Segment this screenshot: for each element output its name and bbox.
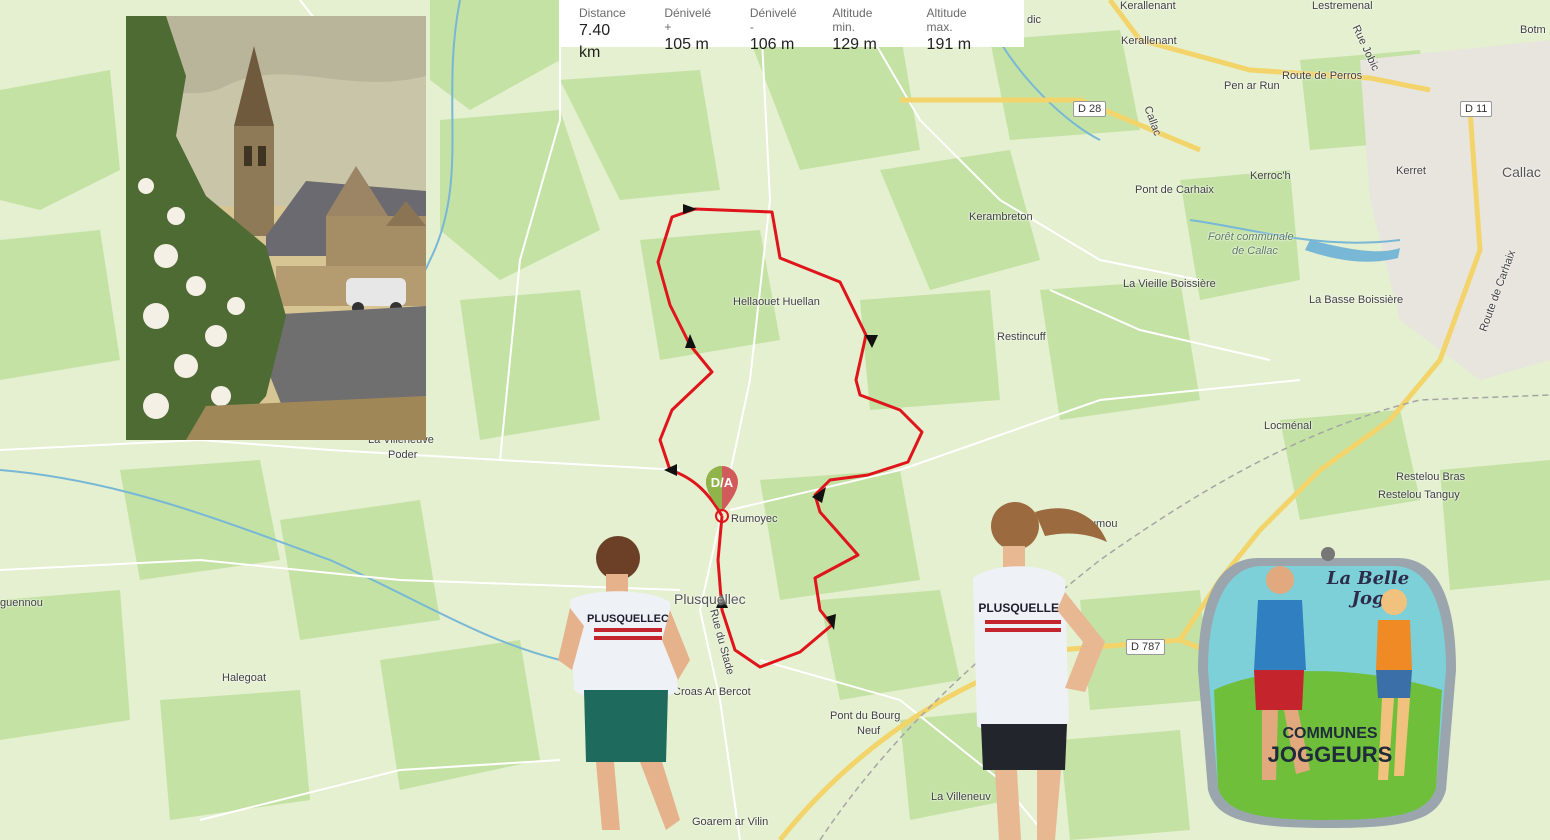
place-rumoyec: Rumoyec bbox=[731, 513, 778, 525]
place-dic: dic bbox=[1027, 14, 1042, 26]
place-foret-1: Forêt communale bbox=[1208, 231, 1294, 243]
stat-label: Distance bbox=[579, 6, 626, 20]
stat-value: 105 m bbox=[664, 36, 709, 53]
route-stats-bar: Distance 7.40 km Dénivelé + 105 m Dénive… bbox=[560, 0, 1024, 61]
runner-shirt-label: PLUSQUELLEC bbox=[978, 601, 1068, 615]
place-pont-du-bourg-2: Neuf bbox=[857, 725, 881, 737]
place-kerroch: Kerroc'h bbox=[1250, 170, 1291, 182]
place-kerambreton: Kerambreton bbox=[969, 211, 1033, 223]
place-callac: Callac bbox=[1502, 164, 1541, 180]
female-runner-illustration: PLUSQUELLEC bbox=[973, 502, 1107, 840]
stat-value: 129 m bbox=[832, 36, 877, 53]
badge-brand-line2: Jog bbox=[1348, 588, 1384, 609]
place-vieille-boissiere: La Vieille Boissière bbox=[1123, 278, 1216, 290]
road-shield-d28: D 28 bbox=[1073, 101, 1107, 117]
place-pont-de-carhaix: Pont de Carhaix bbox=[1135, 184, 1214, 196]
badge-brand-line1: La Belle bbox=[1326, 568, 1409, 589]
male-runner-illustration: PLUSQUELLEC bbox=[558, 536, 690, 830]
stat-label: Dénivelé - bbox=[749, 6, 797, 34]
place-lestremenal: Lestremenal bbox=[1312, 0, 1373, 12]
place-restelou-bras: Restelou Bras bbox=[1396, 471, 1466, 483]
road-route-perros: Route de Perros bbox=[1282, 70, 1363, 82]
place-restelou-tanguy: Restelou Tanguy bbox=[1378, 489, 1460, 501]
place-kerallenant-top: Kerallenant bbox=[1120, 0, 1176, 12]
place-guennou: guennou bbox=[0, 597, 43, 609]
stat-altitude-max: Altitude max. 191 m bbox=[926, 6, 994, 53]
place-hellaouet-huellan: Hellaouet Huellan bbox=[733, 296, 820, 308]
road-shield-d787: D 787 bbox=[1126, 639, 1166, 655]
stat-elevation-loss: Dénivelé - 106 m bbox=[749, 6, 803, 53]
place-pen-ar-run: Pen ar Run bbox=[1224, 80, 1280, 92]
place-kerret: Kerret bbox=[1396, 165, 1426, 177]
marker-label: D/A bbox=[711, 475, 734, 490]
stat-elevation-gain: Dénivelé + 105 m bbox=[664, 6, 719, 53]
stat-altitude-min: Altitude min. 129 m bbox=[832, 6, 896, 53]
stat-value: 106 m bbox=[749, 36, 795, 53]
place-kerallenant: Kerallenant bbox=[1121, 35, 1177, 47]
la-belle-jog-badge: La Belle Jog COMMUNES JOGGEURS bbox=[1198, 547, 1456, 828]
stat-label: Altitude max. bbox=[926, 6, 967, 34]
place-restincuff: Restincuff bbox=[997, 331, 1046, 343]
stat-label: Altitude min. bbox=[832, 6, 873, 34]
stat-label: Dénivelé + bbox=[664, 6, 712, 34]
stat-value: 191 m bbox=[926, 36, 972, 53]
place-villeneuve-poder-2: Poder bbox=[388, 449, 418, 461]
runner-shirt-label: PLUSQUELLEC bbox=[587, 613, 669, 625]
badge-line1: COMMUNES bbox=[1282, 725, 1377, 742]
place-halegoat: Halegoat bbox=[222, 672, 267, 684]
place-foret-2: de Callac bbox=[1232, 245, 1278, 257]
place-basse-boissiere: La Basse Boissière bbox=[1309, 294, 1404, 306]
church-illustration bbox=[126, 16, 426, 440]
road-shield-d11: D 11 bbox=[1460, 101, 1493, 117]
badge-line2: JOGGEURS bbox=[1268, 742, 1393, 767]
stat-distance: Distance 7.40 km bbox=[579, 6, 634, 61]
place-locmenal: Locménal bbox=[1264, 420, 1312, 432]
stat-value: 7.40 km bbox=[579, 22, 611, 61]
place-botm: Botm bbox=[1520, 24, 1546, 36]
place-pont-du-bourg-1: Pont du Bourg bbox=[830, 710, 901, 722]
